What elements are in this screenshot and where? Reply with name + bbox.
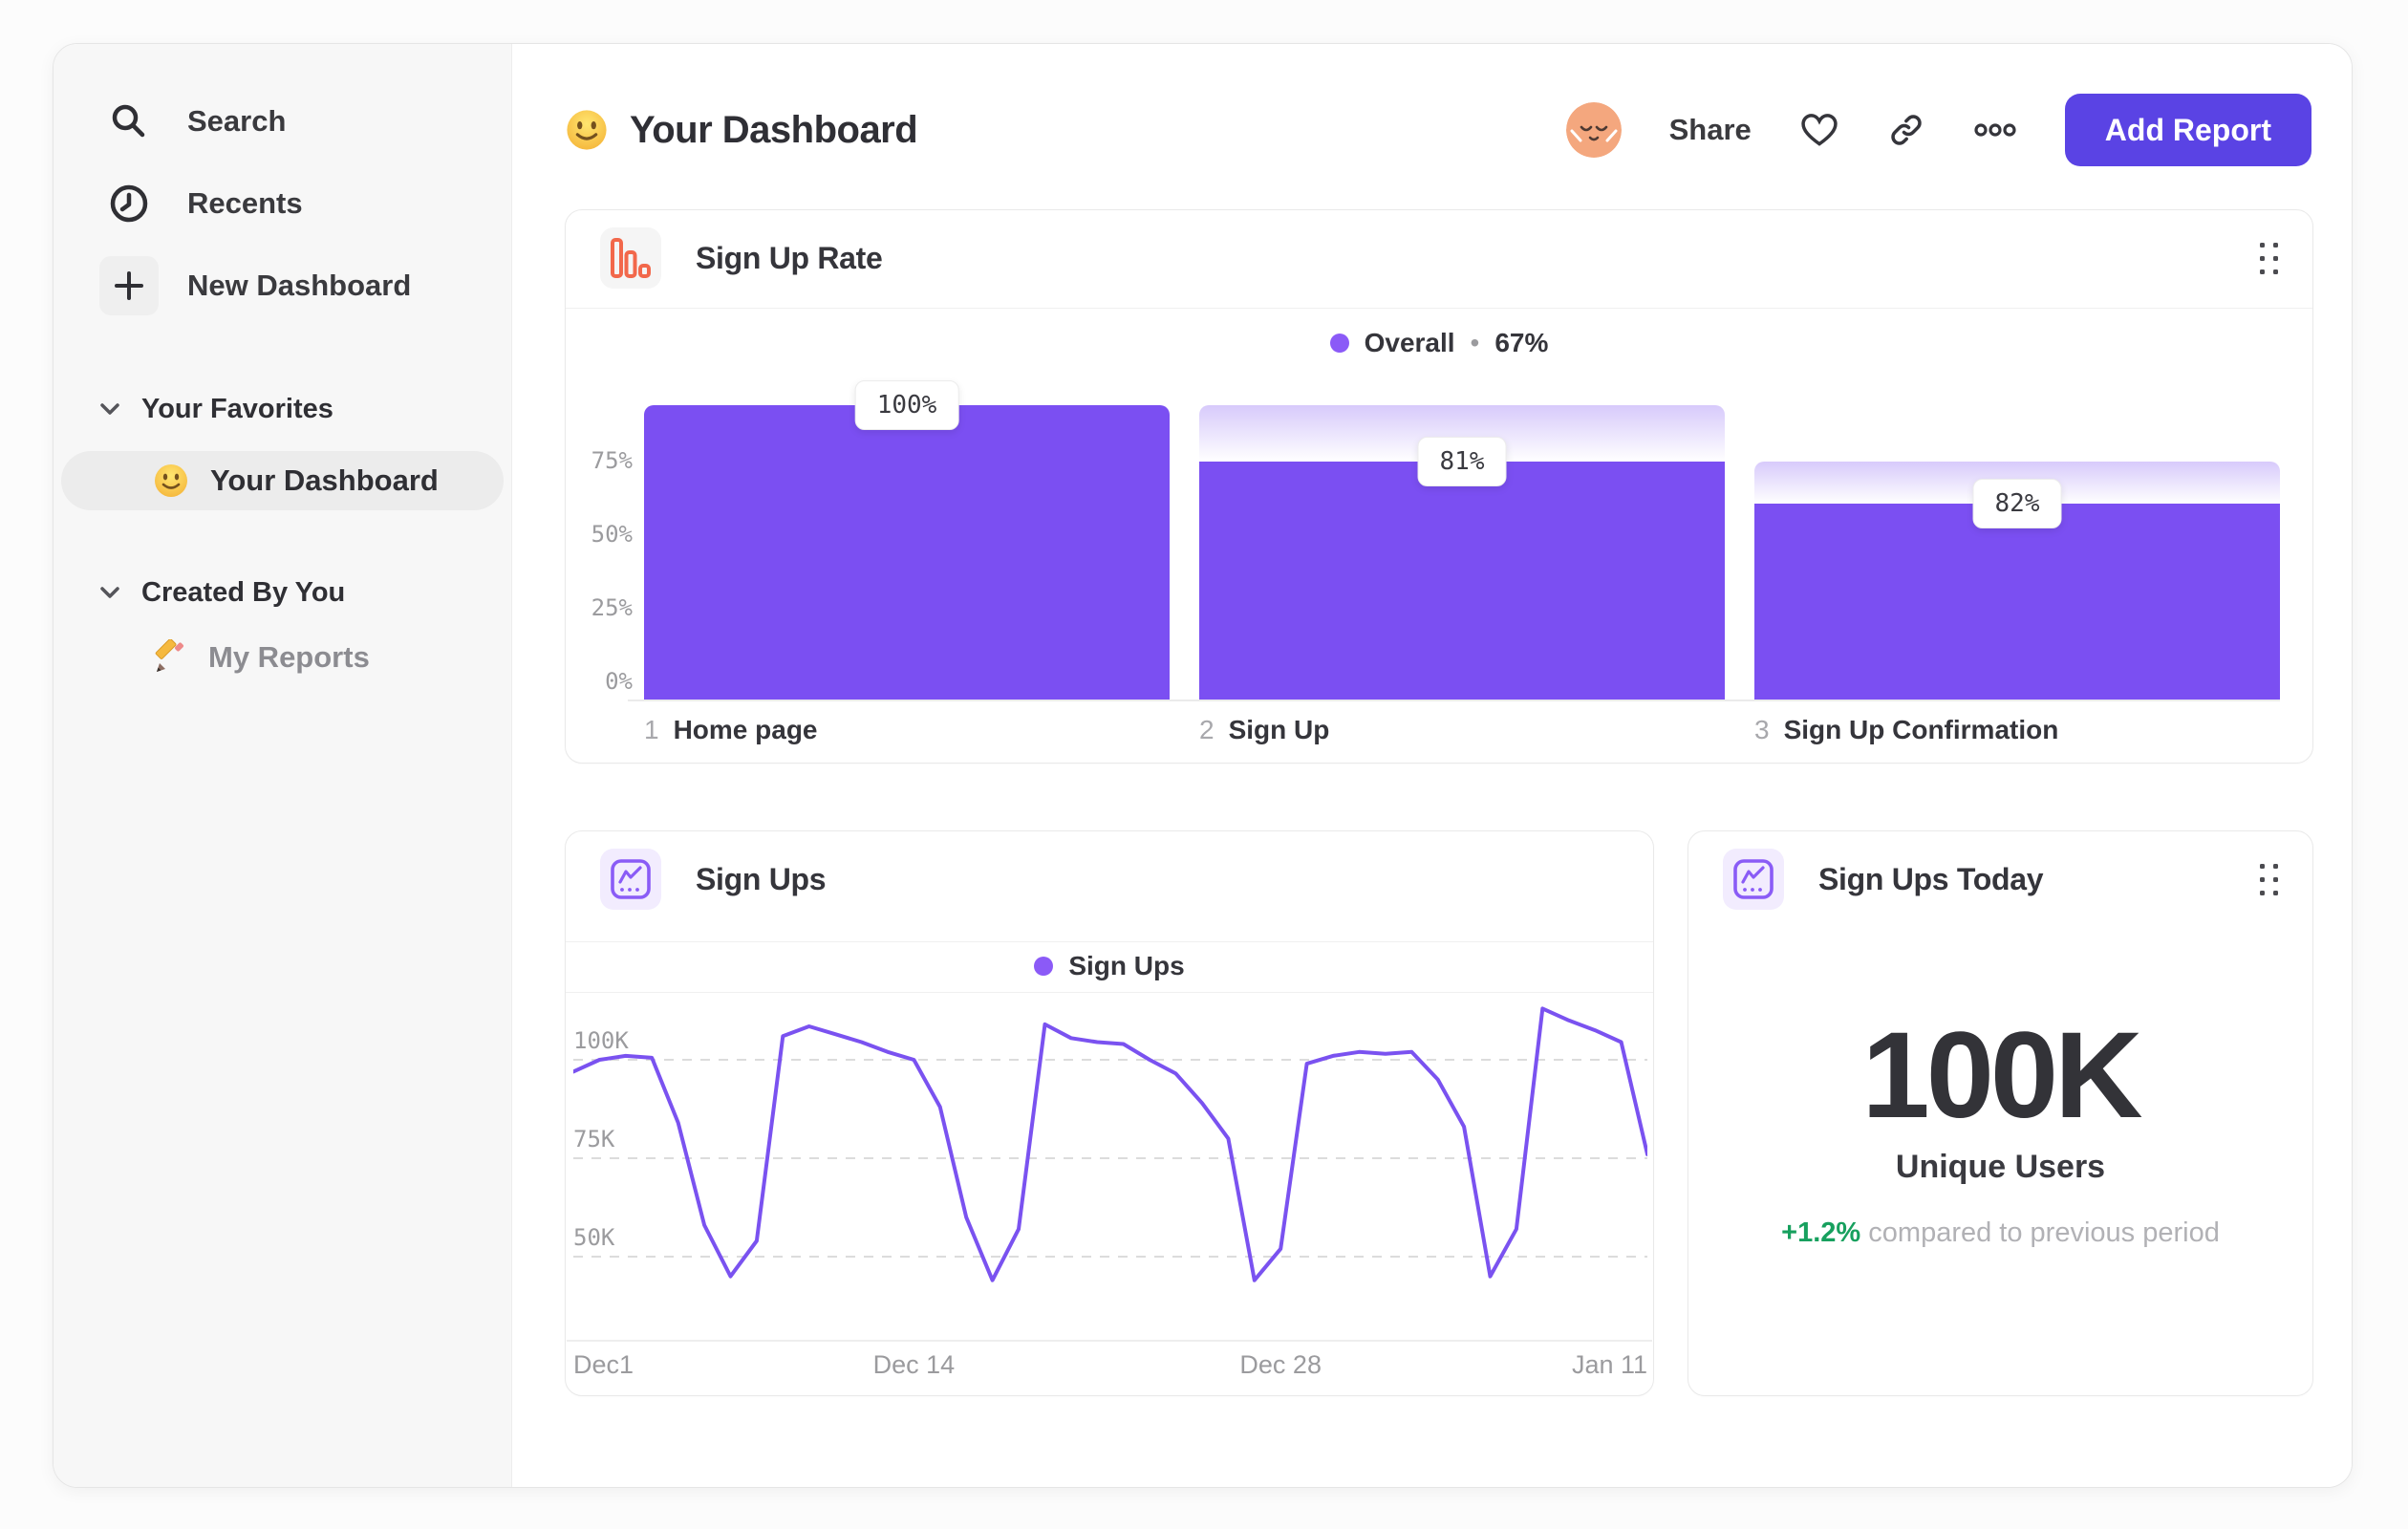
line-plot[interactable] <box>573 992 1647 1340</box>
sidebar-item-new-dashboard[interactable]: New Dashboard <box>54 256 511 315</box>
heart-icon[interactable] <box>1799 111 1839 149</box>
more-options-icon[interactable] <box>1973 122 2017 138</box>
sidebar-item-label: My Reports <box>208 640 370 674</box>
drag-handle-icon[interactable] <box>2260 242 2278 274</box>
legend-value: 67% <box>1494 328 1549 357</box>
sidebar-item-your-dashboard[interactable]: Your Dashboard <box>61 451 504 510</box>
sidebar-item-label: Your Dashboard <box>210 463 439 497</box>
line-y-tick: 100K <box>573 1027 629 1054</box>
funnel-bar[interactable]: 82% <box>1754 405 2280 700</box>
line-x-tick: Jan 11 <box>1571 1350 1647 1379</box>
card-header: Sign Up Rate <box>600 226 2278 290</box>
funnel-plot[interactable]: 100% 81% 82% <box>644 380 2280 700</box>
sidebar-item-label: Search <box>187 104 287 138</box>
funnel-bar-fill <box>1754 504 2280 700</box>
smiley-emoji-icon <box>155 464 187 497</box>
chevron-down-icon <box>100 587 119 598</box>
legend-dot <box>1329 334 1349 353</box>
divider <box>566 308 2312 309</box>
line-chart-icon <box>600 849 661 910</box>
header-actions: Share Add Report <box>1565 94 2311 166</box>
funnel-step-label: 3 Sign Up Confirmation <box>1754 715 2059 744</box>
sidebar-section-created-by-you[interactable]: Created By You <box>54 571 511 614</box>
card-title: Sign Ups <box>696 861 827 896</box>
funnel-value-chip: 81% <box>1417 436 1507 486</box>
funnel-step-labels: 1 Home page 2 Sign Up 3 Sign Up Confirmation <box>644 715 2278 749</box>
sidebar-item-search[interactable]: Search <box>54 94 511 149</box>
legend-series: Overall <box>1364 328 1455 357</box>
funnel-baseline <box>628 700 2280 701</box>
page-title-text: Your Dashboard <box>630 108 918 151</box>
link-icon[interactable] <box>1887 111 1925 149</box>
card-header: Sign Ups <box>600 848 1619 911</box>
line-plot-bottom-border <box>567 1340 1652 1342</box>
divider <box>566 941 1653 942</box>
sidebar: Search Recents New Dashboard Your Favori… <box>54 44 512 1487</box>
share-button[interactable]: Share <box>1669 113 1752 147</box>
search-icon <box>99 92 159 151</box>
section-title: Created By You <box>141 576 346 608</box>
stat-delta: +1.2% compared to previous period <box>1688 1217 2312 1249</box>
smiley-emoji-icon <box>567 110 607 150</box>
card-sign-ups-today: Sign Ups Today 100K Unique Users +1.2% c… <box>1688 830 2313 1396</box>
card-sign-up-rate: Sign Up Rate Overall • 67% 75% 50% 25% 0% 1… <box>565 209 2313 764</box>
legend-series: Sign Ups <box>1068 951 1185 980</box>
line-series[interactable] <box>573 1006 1647 1282</box>
plus-icon <box>99 256 159 315</box>
funnel-bar[interactable]: 81% <box>1199 405 1725 700</box>
funnel-y-tick: 50% <box>591 521 633 548</box>
funnel-bar-fill <box>644 405 1170 700</box>
chevron-down-icon <box>100 403 119 415</box>
sidebar-item-my-reports[interactable]: My Reports <box>54 631 511 684</box>
funnel-step-label: 1 Home page <box>644 715 818 744</box>
sidebar-section-your-favorites[interactable]: Your Favorites <box>54 388 511 430</box>
sidebar-item-label: Recents <box>187 186 303 220</box>
sidebar-item-recents[interactable]: Recents <box>54 176 511 231</box>
page-header: Your Dashboard Share Add Report <box>565 92 2311 168</box>
funnel-bar[interactable]: 100% <box>644 380 1170 700</box>
card-header: Sign Ups Today <box>1723 848 2278 911</box>
line-chart-icon <box>1723 849 1784 910</box>
add-report-button[interactable]: Add Report <box>2064 94 2311 166</box>
funnel-y-tick: 25% <box>591 594 633 621</box>
main-content: Your Dashboard Share Add Report Sign Up … <box>512 44 2352 1487</box>
line-x-tick: Dec1 <box>573 1350 634 1379</box>
card-title: Sign Up Rate <box>696 240 883 275</box>
sidebar-item-label: New Dashboard <box>187 269 412 302</box>
app-window: Search Recents New Dashboard Your Favori… <box>53 43 2353 1488</box>
stat-value: 100K <box>1861 1007 2143 1144</box>
line-x-tick: Dec 28 <box>1239 1350 1322 1379</box>
legend-separator: • <box>1470 328 1480 357</box>
stat-delta-suffix: compared to previous period <box>1868 1217 2220 1248</box>
funnel-y-axis: 75% 50% 25% 0% <box>566 210 633 763</box>
funnel-value-chip: 82% <box>1972 479 2062 529</box>
card-title: Sign Ups Today <box>1818 861 2044 896</box>
funnel-value-chip: 100% <box>854 380 959 430</box>
avatar[interactable] <box>1565 102 1622 158</box>
card-sign-ups: Sign Ups Sign Ups 100K 75K 50K Dec1 Dec 14 D… <box>565 830 1654 1396</box>
funnel-legend[interactable]: Overall • 67% <box>566 327 2312 359</box>
page-title: Your Dashboard <box>565 108 918 152</box>
funnel-y-tick: 75% <box>591 447 633 474</box>
funnel-y-tick: 0% <box>605 668 633 695</box>
drag-handle-icon[interactable] <box>2260 863 2278 895</box>
line-x-tick: Dec 14 <box>872 1350 956 1379</box>
legend-dot <box>1034 957 1054 976</box>
funnel-step-label: 2 Sign Up <box>1199 715 1330 744</box>
line-y-tick: 75K <box>573 1126 615 1152</box>
stat-label: Unique Users <box>1895 1149 2106 1185</box>
clock-icon <box>99 174 159 233</box>
stat-delta-value: +1.2% <box>1781 1217 1861 1248</box>
funnel-bar-fill <box>1199 461 1725 700</box>
line-legend[interactable]: Sign Ups <box>566 950 1653 982</box>
line-y-tick: 50K <box>573 1224 615 1251</box>
section-title: Your Favorites <box>141 393 333 424</box>
pencil-emoji-icon <box>155 639 183 672</box>
